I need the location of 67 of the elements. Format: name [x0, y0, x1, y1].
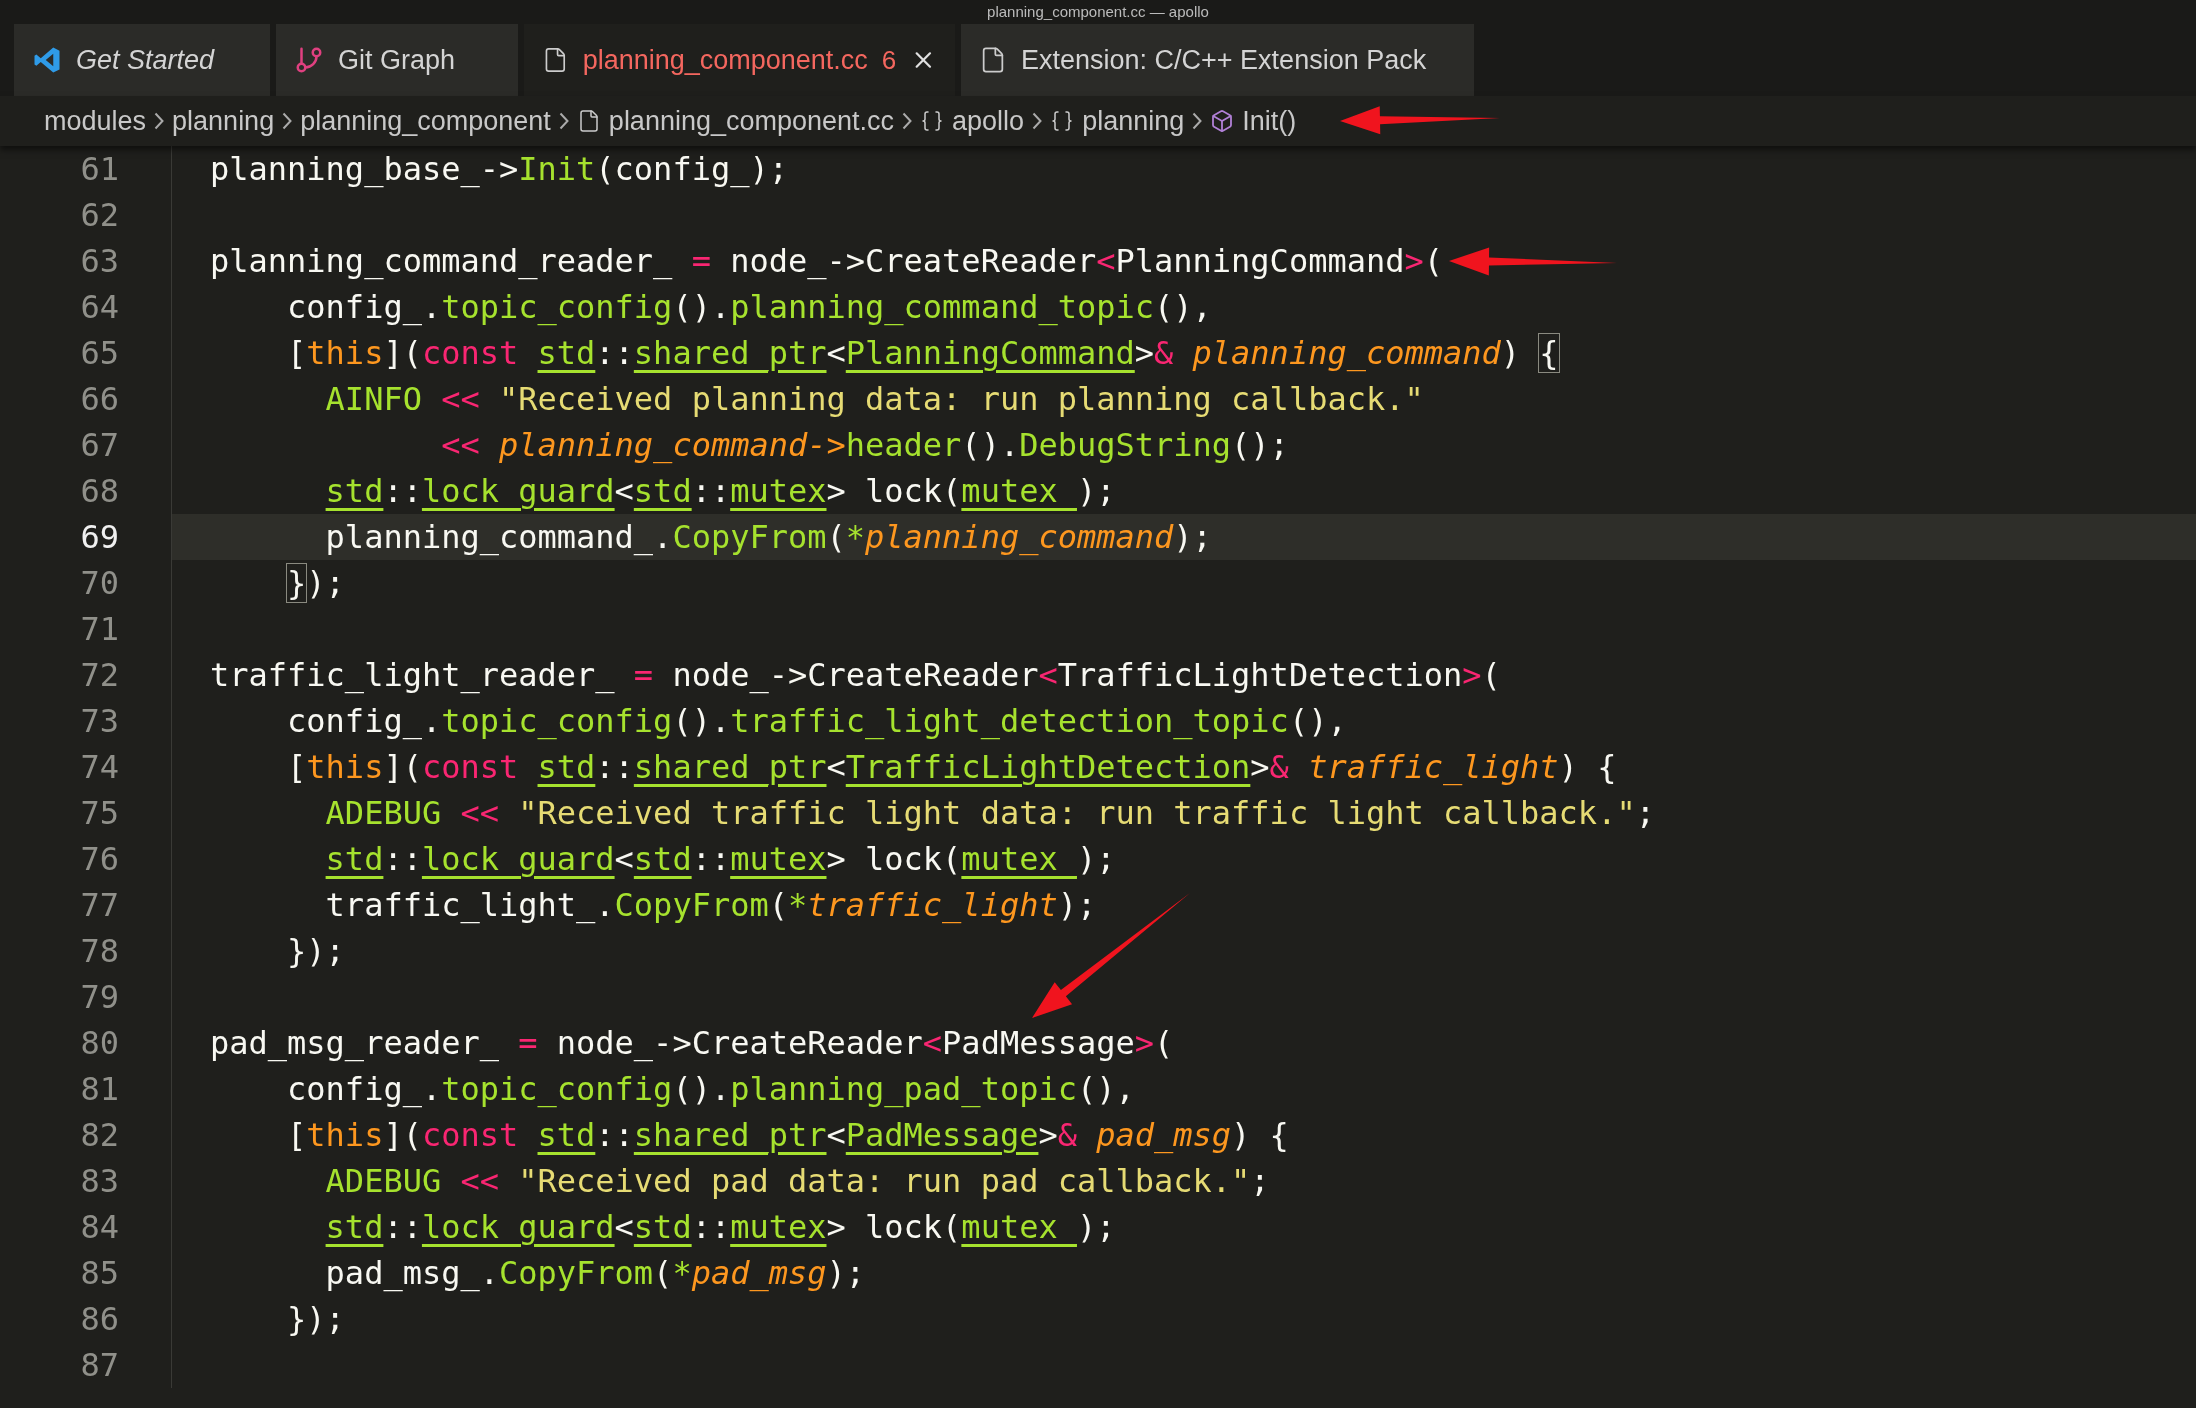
breadcrumb-item[interactable]: planning: [172, 100, 275, 142]
line-number: 82: [80, 1115, 119, 1156]
code-line: planning_base_->Init(config_);: [210, 149, 788, 190]
tab-label: Git Graph: [338, 43, 456, 77]
code-line: config_.topic_config().planning_pad_topic(),: [286, 1069, 1135, 1110]
line-number: 64: [80, 287, 119, 328]
code-line: ADEBUG << "Received pad data: run pad callback.";: [324, 1161, 1270, 1202]
line-number: 70: [80, 563, 119, 604]
line-number: 72: [80, 655, 119, 696]
line-number: 77: [80, 885, 119, 926]
line-number: 80: [80, 1023, 119, 1064]
line-number: 74: [80, 747, 119, 788]
line-number: 71: [80, 609, 119, 650]
line-number: 73: [80, 701, 119, 742]
line-number: 69: [80, 517, 119, 558]
code-line: << planning_command->header().DebugString();: [440, 425, 1289, 466]
code-line: std::lock_guard<std::mutex> lock(mutex_);: [324, 1207, 1116, 1248]
code-line: [this](const std::shared_ptr<TrafficLightDetection>& traffic_light) {: [286, 747, 1617, 788]
breadcrumb-item[interactable]: planning_component: [300, 100, 551, 142]
code-line: [this](const std::shared_ptr<PlanningCommand>& planning_command) {: [286, 333, 1559, 374]
code-line: AINFO << "Received planning data: run planning callback.": [324, 379, 1424, 420]
line-number: 79: [80, 977, 119, 1018]
editor-tab[interactable]: Extension: C/C++ Extension Pack: [961, 24, 1474, 96]
code-line: ADEBUG << "Received traffic light data: run traffic light callback.";: [324, 793, 1655, 834]
code-line: });: [286, 1299, 345, 1340]
line-number: 67: [80, 425, 119, 466]
line-number: 87: [80, 1345, 119, 1386]
line-number: 78: [80, 931, 119, 972]
code-line: });: [286, 563, 345, 604]
breadcrumb-item[interactable]: Init(): [1242, 100, 1297, 142]
line-number: 84: [80, 1207, 119, 1248]
code-line: traffic_light_reader_ = node_->CreateReader<TrafficLightDetection>(: [210, 655, 1501, 696]
code-line: std::lock_guard<std::mutex> lock(mutex_);: [324, 839, 1116, 880]
code-line: planning_command_reader_ = node_->CreateReader<PlanningCommand>(: [210, 241, 1443, 282]
editor-tab[interactable]: planning_component.cc 6: [524, 24, 955, 96]
code-line: });: [286, 931, 345, 972]
line-number: 65: [80, 333, 119, 374]
line-number: 63: [80, 241, 119, 282]
tab-label: planning_component.cc: [582, 43, 868, 77]
window-title: planning_component.cc — apollo: [987, 3, 1209, 19]
line-number: 85: [80, 1253, 119, 1294]
code-line: std::lock_guard<std::mutex> lock(mutex_);: [324, 471, 1116, 512]
code-line: pad_msg_reader_ = node_->CreateReader<PadMessage>(: [210, 1023, 1174, 1064]
line-number: 83: [80, 1161, 119, 1202]
code-line: pad_msg_.CopyFrom(*pad_msg);: [324, 1253, 866, 1294]
breadcrumb-item[interactable]: apollo: [952, 100, 1025, 142]
tab-label: Get Started: [76, 43, 215, 77]
line-number: 62: [80, 195, 119, 236]
editor-tab[interactable]: Git Graph: [276, 24, 518, 96]
error-count: 6: [881, 43, 897, 77]
tab-label: Extension: C/C++ Extension Pack: [1021, 43, 1427, 77]
line-number: 76: [80, 839, 119, 880]
breadcrumb-item[interactable]: modules: [44, 100, 147, 142]
code-line: planning_command_.CopyFrom(*planning_command);: [324, 517, 1212, 558]
line-number: 86: [80, 1299, 119, 1340]
editor-tab[interactable]: Get Started: [14, 24, 270, 96]
line-number: 81: [80, 1069, 119, 1110]
code-line: config_.topic_config().planning_command_topic(),: [286, 287, 1212, 328]
line-number: 75: [80, 793, 119, 834]
code-line: [this](const std::shared_ptr<PadMessage>& pad_msg) {: [286, 1115, 1289, 1156]
breadcrumb-item[interactable]: planning: [1082, 100, 1185, 142]
code-line: traffic_light_.CopyFrom(*traffic_light);: [324, 885, 1097, 926]
code-line: config_.topic_config().traffic_light_detection_topic(),: [286, 701, 1347, 742]
line-number: 66: [80, 379, 119, 420]
breadcrumb-item[interactable]: planning_component.cc: [608, 100, 895, 142]
line-number: 68: [80, 471, 119, 512]
line-number: 61: [80, 149, 119, 190]
